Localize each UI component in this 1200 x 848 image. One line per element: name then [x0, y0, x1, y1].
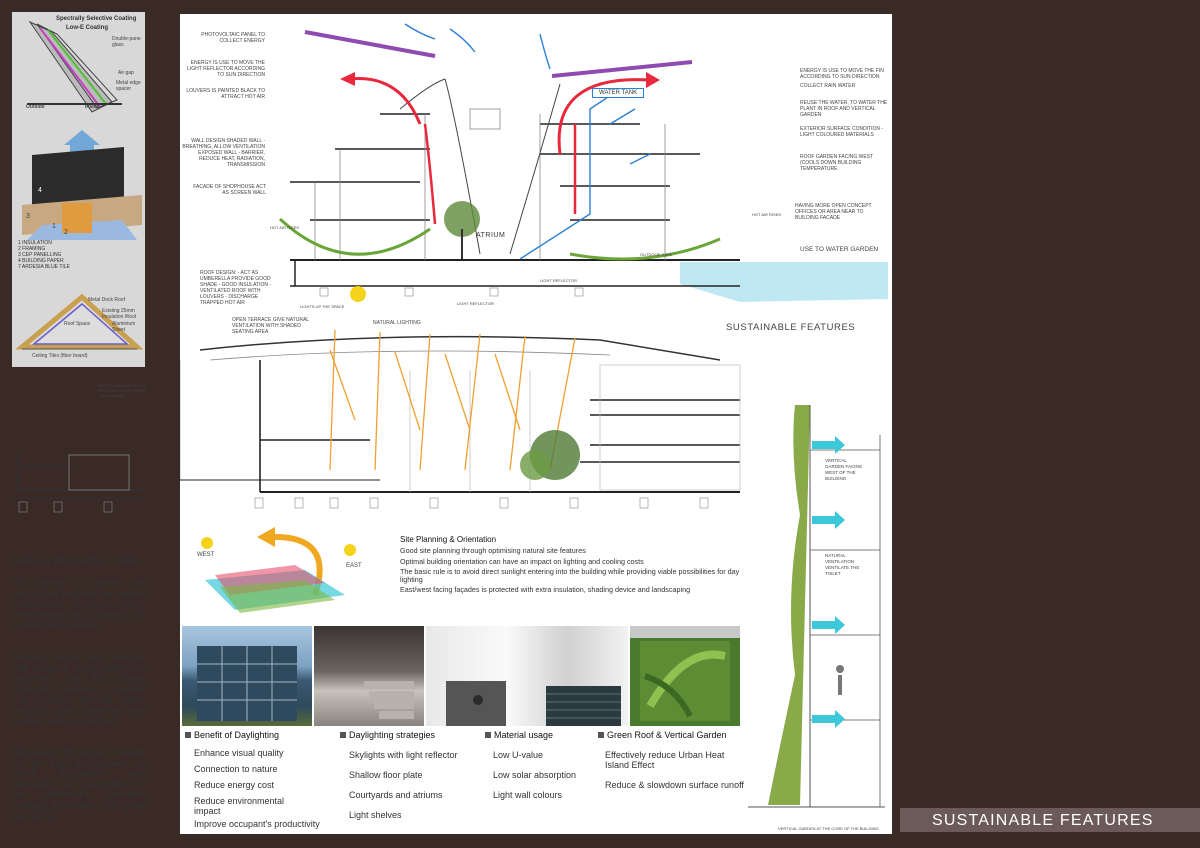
list-item: Shallow floor plate [349, 770, 423, 780]
roof-layer-num-2: 2 [64, 229, 68, 236]
roof-design-note: ROOF DESIGN: - ACT AS UMBERELLA PROVIDE … [200, 270, 272, 306]
office-building-graphic [197, 646, 297, 721]
note-roof-garden: ROOF GARDEN FACING WEST (COOLS DOWN BUIL… [800, 154, 873, 172]
east-label: EAST [346, 563, 362, 569]
coating-title-1: Spectrally Selective Coating [56, 16, 137, 22]
roof-label-0: Metal Deck Roof [88, 297, 125, 303]
hot-air-left: HOT AIR RISES [270, 225, 300, 230]
photo-vertical-garden [630, 626, 740, 726]
note-fin: ENERGY IS USE TO MOVE THE FIN ACCORDING … [800, 68, 884, 80]
green-architecture-para-3: Addressing the various impacts of the bu… [13, 747, 145, 821]
note-wall-design: WALL DESIGN SHADED WALL - BREATHING, ALL… [182, 138, 265, 168]
category-title: Green Roof & Vertical Garden [607, 730, 727, 740]
list-item: Reduce energy cost [194, 780, 275, 790]
list-item: Connection to nature [194, 764, 278, 774]
note-exterior-surface: EXTERIOR SURFACE CONDITION -LIGHT COLOUR… [800, 126, 884, 138]
coating-label-2: Metal edge spacer [116, 80, 141, 92]
green-architecture-title: GREEN ARCHITECTURE [13, 556, 139, 567]
site-planning-line-4: East/west facing façades is protected wi… [400, 585, 691, 594]
note-pv-panel: PHOTOVOLTAIC PANEL TO COLLECT ENERGY [201, 32, 265, 44]
vertical-garden-note-1: VERTICAL GARDEN FACING WEST OF THE BUILD… [825, 458, 863, 481]
roof-layer-num-1: 1 [52, 223, 56, 230]
coating-label-1: Air gap [118, 70, 134, 76]
green-architecture-para-2: Building methods and materials that cons… [13, 652, 145, 726]
left-elevation-sketch [14, 450, 144, 513]
list-item: Light shelves [349, 810, 402, 820]
lights-up-note: LIGHTS UP THE SPACE [300, 304, 345, 309]
green-architecture-para-1: The design of spaces and places that res… [13, 578, 145, 631]
note-water-garden: USE TO WATER GARDEN [800, 246, 879, 253]
bullet-square-icon [340, 732, 346, 738]
list-item: Light wall colours [493, 790, 563, 800]
bullet-square-icon [598, 732, 604, 738]
building-section-top [278, 23, 888, 302]
roof-label-3: Aluminium Sheet [112, 321, 136, 333]
note-open-concept: HAVING MORE OPEN CONCEPT OFFICES OR AREA… [795, 203, 872, 221]
note-louvers: LOUVERS IS PAINTED BLACK TO ATTRACT HOT … [186, 88, 265, 100]
note-shophouse: FACADE OF SHOPHOUSE ACT AS SCREEN WALL [193, 184, 266, 196]
vertical-garden-note-2: NATURAL VENTILATION VENTILATE THE TOILET [825, 553, 860, 576]
coating-title-2: Low-E Coating [66, 25, 108, 31]
roof-label-4: Ceiling Tiles (fiber board) [32, 353, 88, 359]
list-item: Effectively reduce Urban Heat Island Eff… [605, 750, 725, 770]
bullet-square-icon [485, 732, 491, 738]
vertical-garden-bottom: VERTICAL GARDEN AT THE CORE OF THE BUILD… [778, 826, 879, 831]
coating-inside: Inside [85, 104, 100, 110]
west-label: WEST [197, 552, 215, 558]
site-planning-line-1: Good site planning through optimising na… [400, 546, 586, 555]
sun-path-diagram [201, 527, 356, 613]
category-title: Material usage [494, 730, 554, 740]
coating-label-0: Double-pane glass [112, 36, 141, 48]
light-reflector-note: LIGHT REFLECTOR [457, 301, 494, 306]
building-section-mid [180, 329, 741, 509]
list-item: Low solar absorption [493, 770, 577, 780]
light-reflector-note-2: LIGHT REFLECTOR [540, 278, 577, 283]
coating-outside: Outside [26, 104, 45, 110]
photo-interior-skylight [314, 626, 424, 726]
site-planning-line-3: The basic rule is to avoid direct sunlig… [400, 567, 740, 584]
photo-office-building [182, 626, 312, 726]
roof-label-1: Existing 25mm Insulation Wool [102, 308, 137, 320]
vertical-garden-section [748, 405, 885, 808]
roof-label-2: Roof Space [64, 321, 91, 327]
roof-layer-num-4: 4 [38, 187, 42, 194]
site-planning-line-2: Optimal building orientation can have an… [400, 557, 644, 566]
material-stairs-graphic [446, 681, 621, 726]
note-rain-water: COLLECT RAIN WATER [800, 83, 856, 89]
note-reuse-water: REUSE THE WATER, TO WATER THE PLANT IN R… [800, 100, 888, 118]
title-banner-text: SUSTAINABLE FEATURES [932, 812, 1154, 829]
list-item: Reduce environmental impact [194, 796, 285, 816]
category-material-usage: Material usage [485, 730, 553, 740]
water-tank-label: WATER TANK [592, 88, 645, 98]
category-title: Benefit of Daylighting [194, 730, 280, 740]
bullet-square-icon [185, 732, 191, 738]
category-daylighting-benefit: Benefit of Daylighting [185, 730, 279, 740]
natural-lighting-note: NATURAL LIGHTING [373, 320, 421, 326]
atrium-label: ATRIUM [476, 232, 506, 239]
hot-air-right: HOT AIR RISES [752, 212, 782, 217]
list-item: Enhance visual quality [194, 748, 284, 758]
category-green-roof: Green Roof & Vertical Garden [598, 730, 727, 740]
roof-layer-item: 7 ARDESIA BLUE TILE [18, 264, 70, 270]
open-terrace-note: OPEN TERRACE GIVE NATURAL VENTILATION WI… [232, 317, 309, 335]
roof-layer-num-3: 3 [26, 213, 30, 220]
interior-skylight-graphic [364, 681, 414, 719]
roof-layer-exploded-diagram [22, 130, 142, 240]
outdoor-cafe: OUTDOOR CAFE [640, 252, 673, 257]
list-item: Reduce & slowdown surface runoff [605, 780, 744, 790]
site-planning-title: Site Planning & Orientation [400, 535, 497, 544]
list-item: Skylights with light reflector [349, 750, 458, 760]
vertical-garden-photo-graphic [630, 626, 740, 721]
list-item: Courtyards and atriums [349, 790, 443, 800]
water-element-note: WATER ELEMENT HELPS REDUCING HEAT INSIDE… [98, 383, 147, 398]
category-daylighting-strategies: Daylighting strategies [340, 730, 435, 740]
list-item: Improve occupant's productivity [194, 819, 320, 829]
photo-material-stairs [426, 626, 628, 726]
note-light-reflector: ENERGY IS USE TO MOVE THE LIGHT REFLECTO… [187, 60, 265, 78]
list-item: Low U-value [493, 750, 544, 760]
roof-layer-list: 1 INSULATION 2 FRAMING 3 CEP PANELLING 4… [18, 240, 70, 270]
category-title: Daylighting strategies [349, 730, 436, 740]
